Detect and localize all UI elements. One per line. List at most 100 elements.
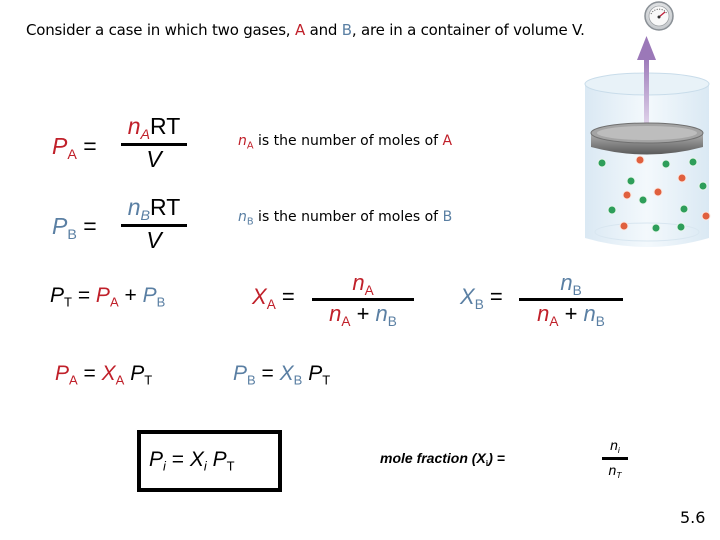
plus: + (356, 300, 370, 326)
molecule-green (651, 223, 661, 233)
sub: T (144, 372, 153, 388)
pb-lhs: PB = (52, 213, 97, 243)
sub: A (140, 126, 151, 143)
n: n (127, 113, 141, 139)
volume: V (146, 145, 162, 172)
sub: i (617, 445, 620, 456)
equals: = (83, 362, 96, 385)
n: n (610, 437, 618, 453)
sub: B (387, 313, 397, 329)
equals: = (83, 213, 97, 239)
x: X (101, 362, 116, 385)
molecule-green (661, 159, 671, 169)
gas: A (442, 133, 453, 149)
mole-fraction-label: mole fraction (Xi) = (380, 450, 505, 468)
xa-fraction: nA nA + nB (312, 270, 414, 329)
label: ) = (488, 450, 505, 466)
xa-lhs: XA = (252, 284, 295, 312)
sub: A (364, 282, 374, 298)
equals: = (171, 448, 185, 471)
sub-a: A (109, 294, 119, 310)
equals: = (281, 284, 295, 309)
xb-fraction: nB nA + nB (519, 270, 623, 329)
gas-a-label: A (294, 21, 306, 39)
gas: B (442, 209, 453, 225)
sub: A (341, 313, 351, 329)
gas-b-label: B (341, 21, 352, 39)
label: mole fraction (X (380, 450, 486, 466)
molecule-red (677, 173, 687, 183)
p: P (308, 362, 323, 385)
molecule-red (622, 190, 632, 200)
molecule-red (635, 155, 645, 165)
sub: A (69, 372, 78, 388)
sub: T (226, 458, 235, 474)
mole-fraction-fraction: ni nT (602, 437, 628, 480)
sub: T (616, 470, 622, 481)
n: n (352, 270, 365, 295)
rt: RT (150, 113, 181, 139)
sub: i (203, 458, 207, 474)
plus: + (564, 300, 578, 326)
intro-text: Consider a case in which two gases, (26, 21, 295, 39)
p: P (55, 362, 70, 385)
equals: = (489, 284, 503, 309)
p: P (149, 448, 164, 471)
sub: B (67, 226, 77, 243)
sub: A (115, 372, 125, 388)
xb-lhs: XB = (460, 284, 503, 312)
equals: = (83, 133, 97, 159)
molecule-green (688, 157, 698, 167)
equals: = (261, 362, 274, 385)
sub: i (163, 458, 166, 474)
sub: B (247, 372, 256, 388)
piston-icon (590, 122, 704, 155)
molecule-green (679, 204, 689, 214)
x: X (460, 284, 475, 309)
p: P (50, 284, 65, 307)
intro-text: , are in a container of volume V. (351, 21, 585, 39)
sub: A (67, 146, 77, 163)
x: X (189, 448, 204, 471)
pa-fraction: nART V (121, 113, 187, 173)
sub: A (549, 313, 559, 329)
slide-number: 5.6 (680, 508, 706, 527)
molecule-green (626, 176, 636, 186)
rt: RT (150, 194, 181, 220)
molecule-green (607, 205, 617, 215)
sub: T (322, 372, 331, 388)
general-equation: Pi = Xi PT (149, 448, 235, 474)
sub: B (293, 372, 303, 388)
var: P (52, 213, 68, 239)
sub: B (246, 216, 254, 228)
sub: B (474, 296, 484, 312)
p: P (233, 362, 248, 385)
plus: + (124, 284, 137, 307)
sub: B (572, 282, 582, 298)
n: n (127, 194, 141, 220)
molecule-green (597, 158, 607, 168)
note-na: nA is the number of moles of A (238, 133, 452, 151)
sub: A (266, 296, 276, 312)
pt-sum: PT = PA + PB (50, 284, 166, 310)
sub: B (595, 313, 605, 329)
sub: T (64, 294, 72, 310)
molecule-red (701, 211, 711, 221)
n: n (238, 133, 247, 149)
molecule-green (698, 181, 708, 191)
equals: = (77, 284, 91, 307)
general-equation-box: Pi = Xi PT (137, 430, 282, 492)
note-nb: nB is the number of moles of B (238, 209, 452, 227)
note-text: is the number of moles of (253, 133, 443, 149)
sub-b: B (156, 294, 166, 310)
molecule-green (638, 195, 648, 205)
x: X (252, 284, 267, 309)
p: P (212, 448, 227, 471)
sub: B (140, 207, 151, 224)
fraction-bar (602, 457, 628, 461)
var: P (52, 133, 68, 159)
pressure-gauge-icon (644, 1, 674, 31)
intro-sentence: Consider a case in which two gases, A an… (26, 21, 585, 39)
sub: A (246, 140, 254, 152)
molecule-red (619, 221, 629, 231)
